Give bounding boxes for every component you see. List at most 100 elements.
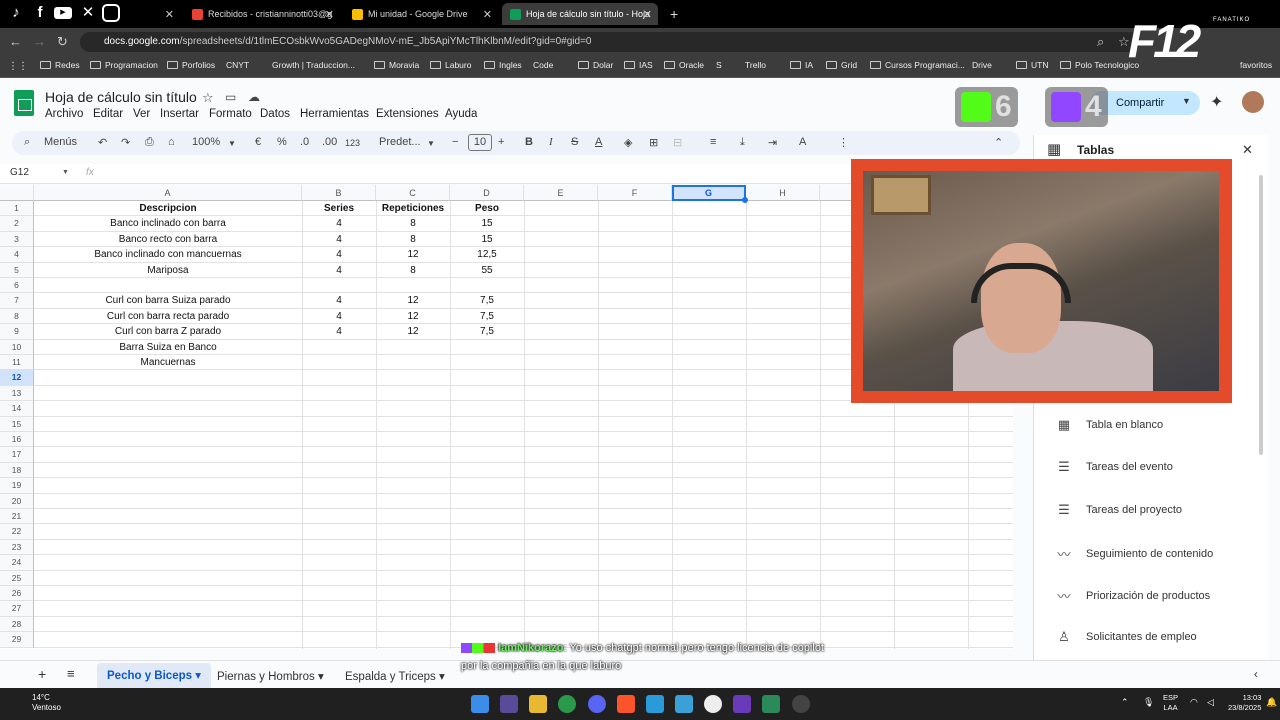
brave-icon[interactable] [617, 695, 635, 713]
gemini-icon[interactable]: ✦ [1210, 92, 1223, 112]
print-icon[interactable]: ⎙ [145, 136, 154, 149]
data-cell[interactable]: 4 [302, 263, 376, 278]
font-size-decrease-icon[interactable]: − [452, 136, 458, 148]
row-header-27[interactable]: 27 [0, 601, 34, 617]
sheet-tab-pecho-biceps[interactable]: Pecho y Biceps ▾ [97, 663, 211, 689]
data-cell[interactable]: 4 [302, 324, 376, 339]
row-header-28[interactable]: 28 [0, 616, 34, 633]
mic-icon[interactable]: 🎙 [1143, 697, 1154, 708]
menu-ver[interactable]: Ver [133, 108, 150, 120]
data-cell[interactable]: Curl con barra Z parado [34, 324, 302, 339]
percent-button[interactable]: % [277, 136, 287, 148]
column-header-d[interactable]: D [450, 185, 524, 201]
data-cell[interactable]: 4 [302, 293, 376, 308]
data-cell[interactable]: 12 [376, 309, 450, 324]
data-cell[interactable]: Mancuernas [34, 355, 302, 370]
data-cell[interactable]: 15 [450, 232, 524, 247]
row-header-16[interactable]: 16 [0, 432, 34, 448]
row-header-11[interactable]: 11 [0, 355, 34, 371]
row-header-22[interactable]: 22 [0, 524, 34, 540]
italic-icon[interactable]: I [549, 136, 553, 148]
bookmark-ingles[interactable]: Ingles [484, 60, 522, 70]
data-cell[interactable]: 8 [376, 216, 450, 231]
bookmark-moravia[interactable]: Moravia [374, 60, 419, 70]
data-cell[interactable]: 8 [376, 232, 450, 247]
row-header-12[interactable]: 12 [0, 370, 34, 386]
visual-studio-icon[interactable] [733, 695, 751, 713]
star-icon[interactable]: ☆ [202, 90, 214, 106]
forward-icon[interactable]: → [33, 34, 46, 49]
url-field[interactable]: docs.google.com/spreadsheets/d/1tlmECOsb… [80, 32, 1140, 52]
data-cell[interactable]: 12,5 [450, 247, 524, 262]
more-icon[interactable]: ⋮ [838, 136, 849, 149]
close-icon[interactable]: ✕ [1242, 142, 1253, 158]
bookmark-dolar[interactable]: Dolar [578, 60, 613, 70]
row-header-15[interactable]: 15 [0, 416, 34, 432]
undo-icon[interactable]: ↶ [98, 136, 107, 149]
avatar[interactable] [1242, 91, 1264, 113]
row-header-17[interactable]: 17 [0, 447, 34, 463]
row-header-19[interactable]: 19 [0, 478, 34, 494]
selected-cell[interactable] [672, 185, 748, 203]
weather-widget[interactable]: 14°C Ventoso [12, 693, 61, 713]
menu-ayuda[interactable]: Ayuda [445, 108, 477, 120]
header-cell[interactable]: Peso [450, 201, 524, 216]
bookmark-utn[interactable]: UTN [1016, 60, 1048, 70]
text-color-icon[interactable]: A [595, 136, 602, 148]
bookmark-s[interactable]: S [716, 60, 722, 70]
template-priorizacion[interactable]: 〰 Priorización de productos [1056, 586, 1210, 605]
sheet-tab-piernas-hombros[interactable]: Piernas y Hombros ▾ [217, 669, 324, 683]
row-header-13[interactable]: 13 [0, 385, 34, 402]
decrease-decimals-button[interactable]: .0 [300, 136, 309, 148]
column-header-h[interactable]: H [746, 185, 820, 201]
row-header-2[interactable]: 2 [0, 216, 34, 232]
search-icon[interactable]: ⌕ [24, 136, 30, 149]
data-cell[interactable]: 12 [376, 293, 450, 308]
bookmark-laburo[interactable]: Laburo [430, 60, 471, 70]
rotate-icon[interactable]: A [799, 136, 806, 148]
data-cell[interactable]: 55 [450, 263, 524, 278]
data-cell[interactable]: 15 [450, 216, 524, 231]
all-sheets-icon[interactable]: ≡ [67, 666, 75, 681]
bookmark-trello[interactable]: Trello [745, 60, 766, 70]
data-cell[interactable]: 4 [302, 232, 376, 247]
row-header-6[interactable]: 6 [0, 278, 34, 294]
bookmark-ias[interactable]: IAS [624, 60, 653, 70]
row-header-26[interactable]: 26 [0, 586, 34, 602]
row-header-14[interactable]: 14 [0, 401, 34, 417]
row-header-3[interactable]: 3 [0, 231, 34, 248]
bookmark-drive[interactable]: Drive [972, 60, 992, 70]
chevron-down-icon[interactable]: ▼ [228, 139, 236, 148]
row-header-9[interactable]: 9 [0, 324, 34, 340]
data-cell[interactable]: Curl con barra recta parado [34, 309, 302, 324]
paint-format-icon[interactable]: ⌂ [168, 136, 175, 148]
tab-iniciar-sesion[interactable]: ✕ [120, 3, 180, 25]
data-cell[interactable]: 7,5 [450, 324, 524, 339]
template-tabla-en-blanco[interactable]: ▦ Tabla en blanco [1056, 417, 1163, 433]
bookmark-ia[interactable]: IA [790, 60, 813, 70]
data-cell[interactable]: 12 [376, 247, 450, 262]
template-seguimiento[interactable]: 〰 Seguimiento de contenido [1056, 544, 1213, 563]
close-icon[interactable]: ✕ [643, 8, 652, 21]
header-cell[interactable]: Descripcion [34, 201, 302, 216]
data-cell[interactable]: 7,5 [450, 309, 524, 324]
bookmark-programacion[interactable]: Programacion [90, 60, 158, 70]
data-cell[interactable]: 12 [376, 324, 450, 339]
column-header-e[interactable]: E [524, 185, 598, 201]
row-header-25[interactable]: 25 [0, 570, 34, 586]
bookmark-oracle[interactable]: Oracle [664, 60, 704, 70]
youtube-icon[interactable]: ▶ [54, 7, 72, 19]
column-header-f[interactable]: F [598, 185, 672, 201]
clock[interactable]: 13:03 23/8/2025 [1228, 693, 1261, 713]
row-header-24[interactable]: 24 [0, 555, 34, 571]
data-cell[interactable]: 4 [302, 247, 376, 262]
font-select[interactable]: Predet... [379, 136, 421, 148]
menu-datos[interactable]: Datos [260, 108, 290, 120]
collapse-icon[interactable]: ⌃ [994, 136, 1003, 149]
chevron-left-icon[interactable]: ‹ [1254, 669, 1258, 681]
chrome-icon[interactable] [558, 695, 576, 713]
add-sheet-button[interactable]: + [38, 666, 46, 682]
discord-icon[interactable] [588, 695, 606, 713]
chevron-down-icon[interactable]: ▼ [427, 139, 435, 148]
wifi-icon[interactable]: ◠ [1190, 697, 1198, 708]
